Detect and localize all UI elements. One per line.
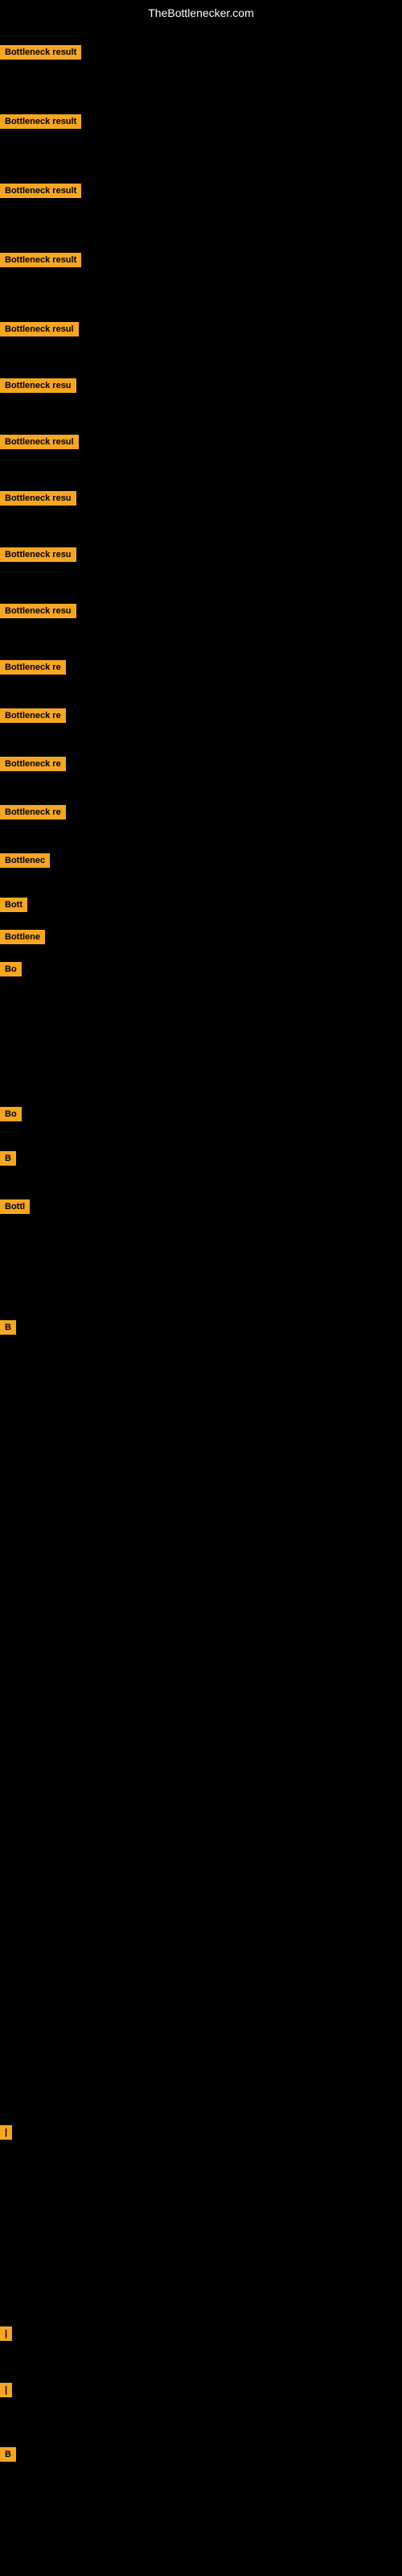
bottleneck-badge: Bottleneck result <box>0 184 81 198</box>
bottleneck-badge: Bottleneck resu <box>0 491 76 506</box>
bottleneck-badge-row: Bottleneck result <box>0 45 81 64</box>
bottleneck-badge-row: B <box>0 1151 16 1170</box>
bottleneck-badge-row: Bottleneck resul <box>0 322 79 341</box>
bottleneck-badge: | <box>0 2125 12 2140</box>
bottleneck-badge: Bottleneck re <box>0 757 66 771</box>
bottleneck-badge-row: Bottleneck result <box>0 184 81 202</box>
bottleneck-badge: | <box>0 2326 12 2341</box>
bottleneck-badge: Bottleneck resul <box>0 435 79 449</box>
bottleneck-badge: Bottleneck result <box>0 45 81 60</box>
bottleneck-badge-row: B <box>0 2447 16 2466</box>
bottleneck-badge: Bottl <box>0 1199 30 1214</box>
bottleneck-badge-row: | <box>0 2326 12 2345</box>
bottleneck-badge-row: Bottleneck result <box>0 253 81 271</box>
bottleneck-badge: Bottleneck resu <box>0 604 76 618</box>
bottleneck-badge-row: B <box>0 1320 16 1339</box>
bottleneck-badge: Bottleneck re <box>0 708 66 723</box>
bottleneck-badge: Bottleneck result <box>0 253 81 267</box>
bottleneck-badge: Bottleneck resu <box>0 378 76 393</box>
bottleneck-badge-row: Bo <box>0 1107 22 1125</box>
bottleneck-badge-row: | <box>0 2383 12 2401</box>
bottleneck-badge: Bott <box>0 898 27 912</box>
bottleneck-badge: B <box>0 2447 16 2462</box>
bottleneck-badge: Bottlenec <box>0 853 50 868</box>
bottleneck-badge-row: Bottleneck resu <box>0 547 76 566</box>
bottleneck-badge-row: Bott <box>0 898 27 916</box>
bottleneck-badge-row: Bottleneck resu <box>0 604 76 622</box>
bottleneck-badge-row: Bottlene <box>0 930 45 948</box>
bottleneck-badge-row: Bottleneck result <box>0 114 81 133</box>
bottleneck-badge-row: | <box>0 2125 12 2144</box>
bottleneck-badge-row: Bottlenec <box>0 853 50 872</box>
bottleneck-badge: B <box>0 1320 16 1335</box>
bottleneck-badge: | <box>0 2383 12 2397</box>
bottleneck-badge: Bottleneck resul <box>0 322 79 336</box>
bottleneck-badge-row: Bottleneck re <box>0 708 66 727</box>
bottleneck-badge: Bottlene <box>0 930 45 944</box>
bottleneck-badge: Bottleneck result <box>0 114 81 129</box>
bottleneck-badge-row: Bottl <box>0 1199 30 1218</box>
bottleneck-badge: Bo <box>0 1107 22 1121</box>
bottleneck-badge-row: Bottleneck re <box>0 805 66 824</box>
bottleneck-badge: Bottleneck re <box>0 660 66 675</box>
bottleneck-badge-row: Bo <box>0 962 22 980</box>
bottleneck-badge-row: Bottleneck re <box>0 660 66 679</box>
bottleneck-badge: B <box>0 1151 16 1166</box>
bottleneck-badge: Bo <box>0 962 22 976</box>
bottleneck-badge-row: Bottleneck resul <box>0 435 79 453</box>
site-title: TheBottlenecker.com <box>0 0 402 26</box>
bottleneck-badge-row: Bottleneck resu <box>0 491 76 510</box>
bottleneck-badge: Bottleneck resu <box>0 547 76 562</box>
bottleneck-badge-row: Bottleneck resu <box>0 378 76 397</box>
bottleneck-badge: Bottleneck re <box>0 805 66 819</box>
bottleneck-badge-row: Bottleneck re <box>0 757 66 775</box>
